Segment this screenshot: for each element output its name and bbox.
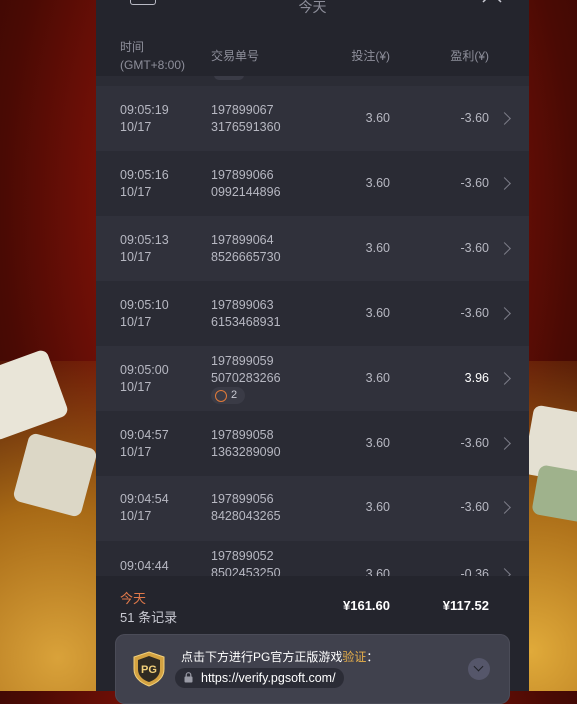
row-time: 09:05:19 [120,103,169,117]
row-date: 10/17 [120,445,152,459]
row-time: 09:04:57 [120,428,169,442]
row-order-id-2: 8526665730 [211,250,281,264]
row-bet: 3.60 [365,111,390,125]
row-date: 10/17 [120,315,152,329]
row-order-id: 197899066 [211,168,274,182]
verify-text: 点击下方进行PG官方正版游戏验证： [181,650,379,664]
free-spin-badge: 2 [211,387,246,404]
table-header: 时间 (GMT+8:00) 交易单号 投注(¥) 盈利(¥) [96,32,529,76]
row-win: 3.96 [464,371,489,385]
row-date: 10/17 [120,120,152,134]
row-date: 10/17 [120,509,152,523]
verify-url[interactable]: https://verify.pgsoft.com/ [175,668,344,688]
row-order-id-2: 8428043265 [211,509,281,523]
row-order-id: 197899064 [211,233,274,247]
row-win: -3.60 [460,436,490,450]
row-win: -3.60 [460,176,490,190]
row-bet: 3.60 [365,371,390,385]
row-order-id: 197899052 [211,549,274,563]
row-win: -0.36 [460,567,490,576]
svg-text:PG: PG [141,664,157,676]
spin-icon [215,389,227,402]
row-order-id-2: 5070283266 [211,371,281,385]
header-order-id: 交易单号 [211,49,260,63]
chevron-right-icon[interactable] [498,307,511,320]
row-order-id: 197899056 [211,492,274,506]
row-time: 09:05:16 [120,168,169,182]
header-time: 时间 (GMT+8:00) [120,40,186,72]
bet-list[interactable]: 09:05:19 10/17 197899067 3176591360 3.60 -… [96,76,529,576]
row-order-id-2: 1363289090 [211,445,281,459]
summary-period: 今天 [120,591,147,606]
chevron-right-icon[interactable] [498,372,511,385]
row-time: 09:05:00 [120,363,169,377]
expand-button[interactable] [468,658,490,680]
row-order-id: 197899058 [211,428,274,442]
row-order-id: 197899067 [211,103,274,117]
total-win: ¥117.52 [442,598,489,613]
row-date: 10/17 [120,380,152,394]
row-time: 09:04:54 [120,492,169,506]
row-date: 10/17 [120,185,152,199]
row-bet: 3.60 [365,500,390,514]
row-bet: 3.60 [365,567,390,576]
table-row[interactable]: 09:04:44 197899052 8502453250 3.60 -0.36 [96,541,529,576]
row-win: -3.60 [460,241,490,255]
row-win: -3.60 [460,500,490,514]
row-time: 09:05:13 [120,233,169,247]
row-order-id: 197899063 [211,298,274,312]
row-bet: 3.60 [365,306,390,320]
lock-icon [184,672,193,683]
header-win: 盈利(¥) [450,49,489,63]
chevron-right-icon[interactable] [498,437,511,450]
row-bet: 3.60 [365,436,390,450]
close-icon[interactable] [481,0,503,6]
table-row[interactable]: 09:04:54 10/17 197899056 8428043265 3.60 -… [96,476,529,541]
table-row[interactable]: 09:05:13 10/17 197899064 8526665730 3.60 -… [96,216,529,281]
row-bet: 3.60 [365,241,390,255]
row-bet: 3.60 [365,176,390,190]
chevron-right-icon[interactable] [498,112,511,125]
chevron-right-icon[interactable] [498,177,511,190]
row-order-id: 197899059 [211,354,274,368]
clipped-badge [214,76,244,80]
row-order-id-2: 0992144896 [211,185,281,199]
row-time: 09:04:44 [120,559,169,573]
chevron-down-icon [473,661,484,672]
bet-history-panel: 今天 时间 (GMT+8:00) 交易单号 投注(¥) 盈利(¥) 09:05:… [96,0,529,691]
row-time: 09:05:10 [120,298,169,312]
record-count: 51 条记录 [120,610,178,625]
verify-link[interactable]: 验证 [342,650,366,664]
verify-banner[interactable]: PG 点击下方进行PG官方正版游戏验证： https://verify.pgso… [115,634,510,704]
table-row[interactable]: 09:05:00 10/17 197899059 5070283266 2 3.60… [96,346,529,411]
pg-shield-logo: PG [133,651,165,687]
header-bet: 投注(¥) [351,49,390,63]
row-order-id-2: 8502453250 [211,566,281,576]
page-title: 今天 [298,0,327,15]
row-date: 10/17 [120,250,152,264]
badge-count: 2 [231,389,238,401]
table-row[interactable]: 09:05:10 10/17 197899063 6153468931 3.60 -… [96,281,529,346]
table-row[interactable]: 09:05:16 10/17 197899066 0992144896 3.60 -… [96,151,529,216]
top-bar: 今天 [96,0,529,32]
table-row[interactable]: 09:05:19 10/17 197899067 3176591360 3.60 -… [96,86,529,151]
row-win: -3.60 [460,111,490,125]
chevron-right-icon[interactable] [498,501,511,514]
total-bet: ¥161.60 [343,598,390,613]
row-order-id-2: 6153468931 [211,315,281,329]
verify-url-text: https://verify.pgsoft.com/ [201,671,336,685]
table-row[interactable]: 09:04:57 10/17 197899058 1363289090 3.60 -… [96,411,529,476]
chevron-right-icon[interactable] [498,568,511,576]
chevron-right-icon[interactable] [498,242,511,255]
row-order-id-2: 3176591360 [211,120,281,134]
row-win: -3.60 [460,306,490,320]
